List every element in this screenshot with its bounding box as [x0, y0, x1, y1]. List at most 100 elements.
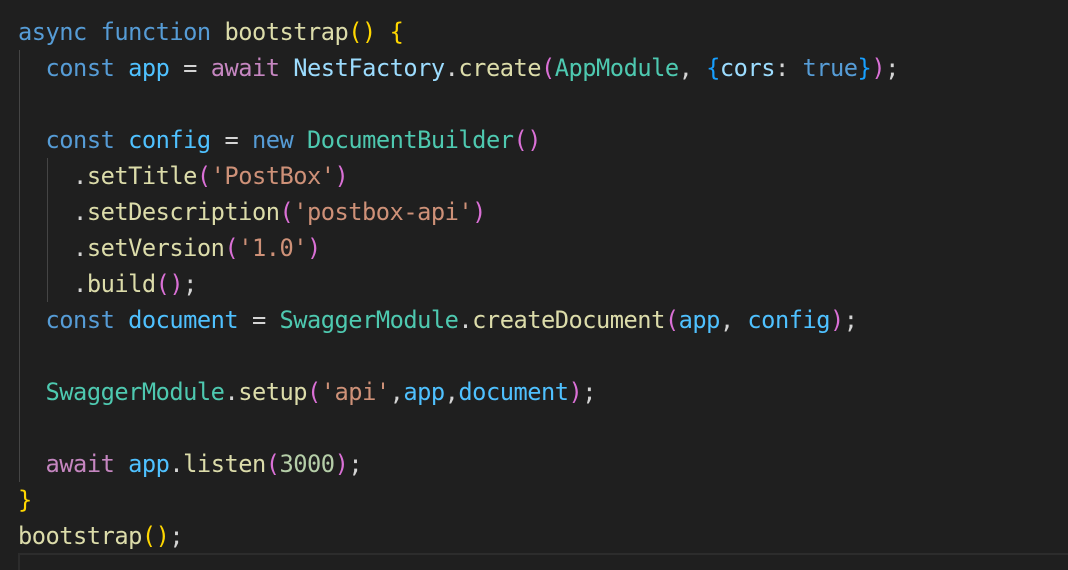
code-line[interactable]: bootstrap(); — [18, 518, 899, 554]
code-token: ( — [279, 198, 294, 226]
code-token: } — [857, 54, 872, 82]
code-token: , — [444, 378, 459, 406]
code-token: 3000 — [279, 450, 336, 478]
code-token: . — [18, 198, 87, 226]
code-token: () — [348, 18, 376, 46]
code-token: ) — [871, 54, 886, 82]
current-line-highlight — [18, 553, 1068, 570]
code-line[interactable]: async function bootstrap() { — [18, 14, 899, 50]
code-token: document — [128, 306, 239, 334]
code-token: . — [18, 234, 87, 262]
code-token: NestFactory — [293, 54, 445, 82]
code-token: = — [169, 54, 211, 82]
code-token: bootstrap — [224, 18, 349, 46]
code-token: . — [458, 306, 473, 334]
code-token: DocumentBuilder — [307, 126, 514, 154]
code-token: listen — [183, 450, 266, 478]
code-token: async — [18, 18, 87, 46]
code-token: ; — [843, 306, 858, 334]
code-token: create — [458, 54, 541, 82]
code-token: setTitle — [86, 162, 198, 190]
code-token: bootstrap — [18, 522, 142, 550]
code-token: ) — [472, 198, 486, 226]
code-area[interactable]: async function bootstrap() { const app =… — [18, 14, 899, 554]
code-line[interactable]: const app = await NestFactory.create(App… — [18, 50, 900, 86]
code-token: '1.0' — [238, 234, 308, 262]
code-editor[interactable]: async function bootstrap() { const app =… — [0, 0, 1068, 570]
code-token: setDescription — [86, 198, 280, 226]
code-token: const — [45, 126, 115, 154]
code-token: setVersion — [86, 234, 225, 262]
code-token: const — [45, 306, 115, 334]
code-token: . — [18, 162, 87, 190]
code-token: ) — [334, 450, 349, 478]
code-token: ) — [334, 162, 349, 190]
code-token: 'api' — [320, 378, 390, 406]
code-token: : — [774, 54, 803, 82]
code-line[interactable]: SwaggerModule.setup('api',app,document); — [18, 374, 899, 410]
code-token: { — [706, 54, 720, 82]
code-token: . — [169, 450, 184, 478]
code-token: ; — [582, 378, 597, 406]
code-token: ) — [830, 306, 844, 334]
code-token: () — [513, 126, 541, 154]
code-token: ( — [541, 54, 555, 82]
code-token: () — [141, 522, 170, 550]
code-line[interactable]: await app.listen(3000); — [18, 446, 899, 482]
code-line[interactable]: } — [18, 482, 899, 518]
code-line[interactable]: ​ — [18, 410, 899, 446]
code-token: app — [128, 450, 170, 478]
code-token: ; — [183, 270, 197, 298]
code-token: , — [719, 306, 748, 334]
code-line[interactable]: const document = SwaggerModule.createDoc… — [18, 302, 899, 338]
code-token: , — [389, 378, 404, 406]
code-line[interactable]: .build(); — [18, 266, 899, 302]
code-token: ( — [196, 162, 211, 190]
code-line[interactable]: ​ — [18, 338, 899, 374]
code-token: } — [18, 486, 32, 514]
code-token: ; — [348, 450, 363, 478]
code-line[interactable]: .setDescription('postbox-api') — [18, 194, 899, 230]
code-token: app — [678, 306, 721, 334]
code-token: config — [747, 306, 830, 334]
code-token: config — [128, 126, 211, 154]
code-token: cors — [719, 54, 776, 82]
code-token: build — [86, 270, 156, 298]
code-token: . — [444, 54, 459, 82]
code-token: const — [45, 54, 115, 82]
code-line[interactable]: const config = new DocumentBuilder() — [18, 122, 899, 158]
code-token: new — [251, 126, 294, 154]
code-token: . — [224, 378, 239, 406]
code-token: ( — [224, 234, 239, 262]
code-token: await — [45, 450, 115, 478]
code-line[interactable]: .setVersion('1.0') — [18, 230, 899, 266]
code-token: { — [389, 18, 404, 46]
code-token: , — [678, 54, 707, 82]
code-token: document — [458, 378, 569, 406]
code-token: ( — [664, 306, 679, 334]
code-line[interactable]: .setTitle('PostBox') — [18, 158, 899, 194]
code-line[interactable]: ​ — [18, 86, 899, 122]
code-token: ( — [307, 378, 321, 406]
code-token: await — [210, 54, 280, 82]
code-token: true — [802, 54, 859, 82]
code-token: SwaggerModule — [279, 306, 459, 334]
code-token: app — [403, 378, 445, 406]
code-token: ) — [568, 378, 583, 406]
code-token: ; — [169, 522, 184, 550]
code-token: ) — [307, 234, 321, 262]
